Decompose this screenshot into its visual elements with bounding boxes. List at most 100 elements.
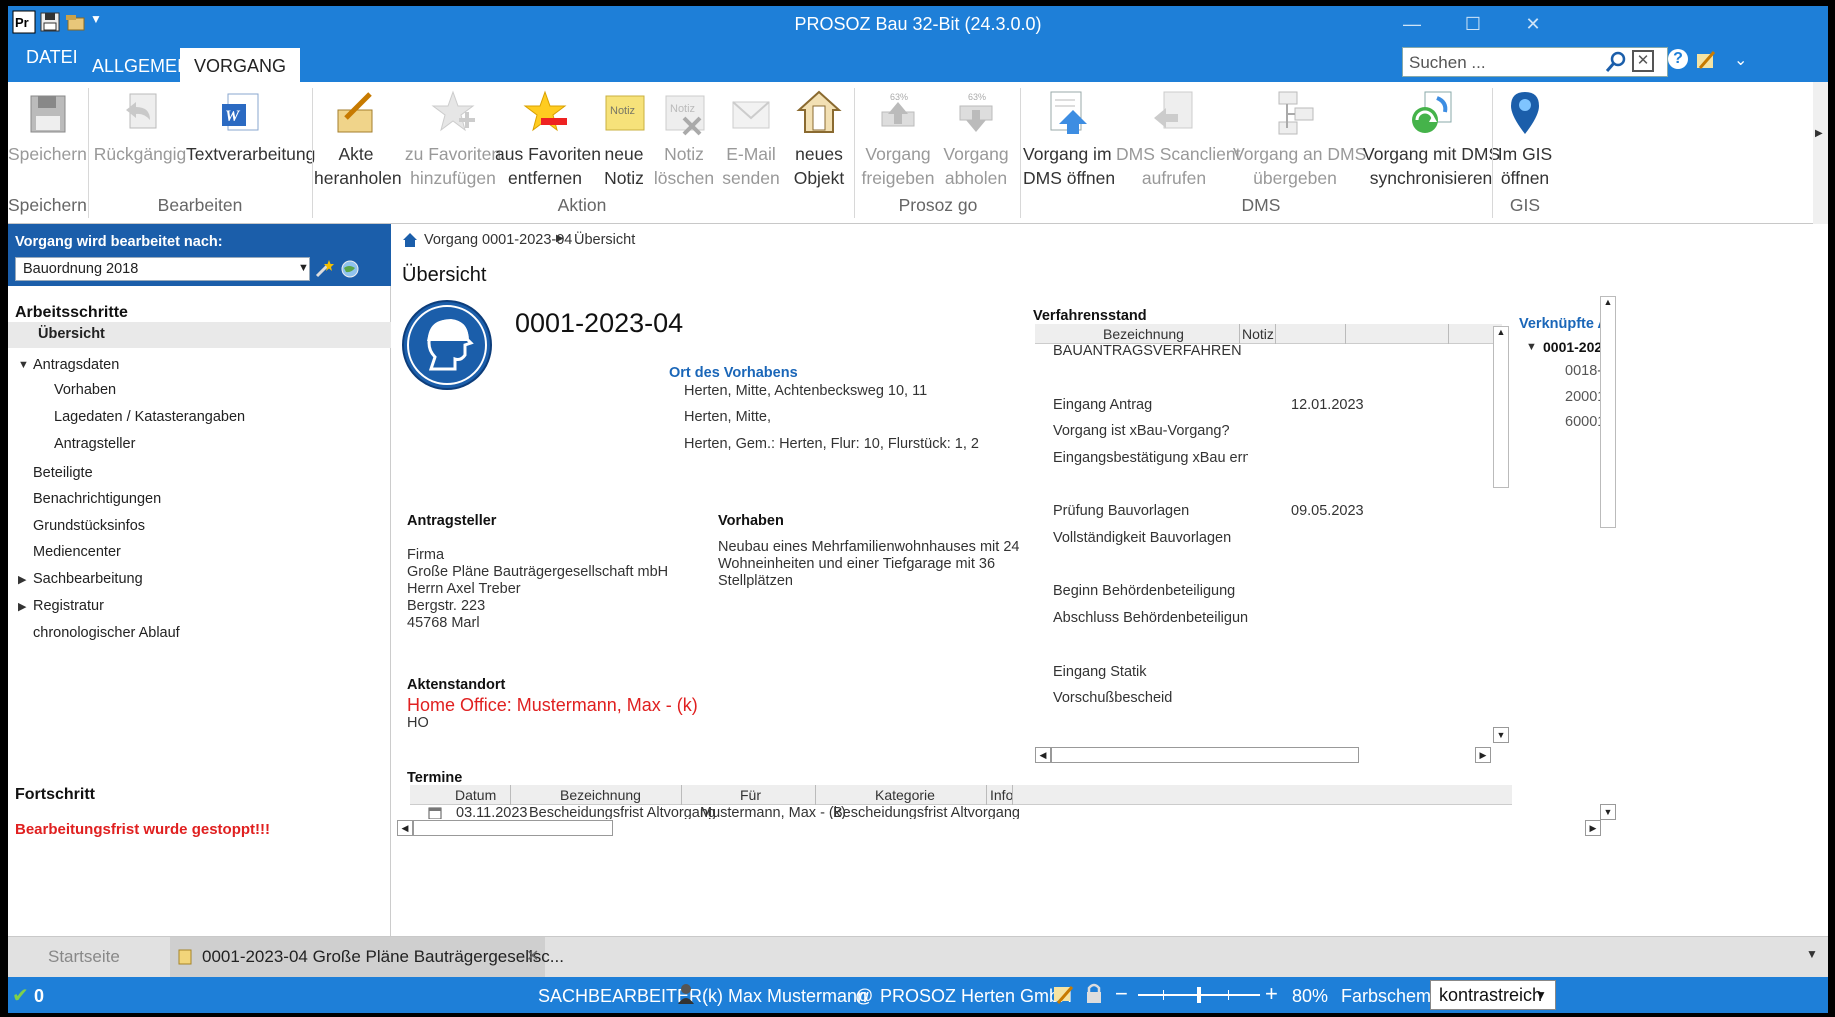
linked-expand-icon[interactable]: ▼ [1526,341,1537,353]
verfahren-row[interactable]: BAUANTRAGSVERFAHREN [1035,343,1490,361]
ribbon-button-map-pin[interactable]: Im GIS öffnen [1496,86,1554,190]
tab-open-case[interactable]: 0001-2023-04 Große Pläne Bauträgergesell… [170,937,564,978]
scheme-dropdown-icon[interactable]: ▼ [1535,988,1547,1002]
edit-pen-icon[interactable] [1694,48,1718,72]
tabs-overflow-icon[interactable]: ▼ [1806,947,1818,961]
verfahren-scroll-left-icon[interactable]: ◀ [1035,747,1051,763]
verfahren-row[interactable]: Eingang Statik [1035,664,1490,682]
ribbon-collapse-icon[interactable]: ⌄ [1734,50,1747,70]
expand-registratur-icon[interactable]: ▶ [18,600,26,613]
verfahren-row[interactable]: Vorgang ist xBau-Vorgang? [1035,423,1490,441]
termine-hscroll-thumb[interactable] [413,820,613,836]
linked-child[interactable]: 20001 [1565,389,1601,405]
rule-combo[interactable]: Bauordnung 2018 [15,257,310,281]
step-item[interactable]: Vorhaben [54,382,116,398]
expand-antragsdaten-icon[interactable]: ▼ [18,359,29,371]
verfahren-row[interactable]: Prüfung Bauvorlagen 09.05.2023 [1035,503,1490,521]
termine-row[interactable]: 03.11.2023 Bescheidungsfrist Altvorgang … [410,805,1512,819]
ribbon-button-dms-open[interactable]: Vorgang im DMS öffnen [1023,86,1115,190]
ribbon-button-upload[interactable]: 63% Vorgang freigeben [858,86,938,190]
tab-vorgang[interactable]: VORGANG [180,48,301,82]
verfahren-row[interactable]: Vorschußbescheid [1035,690,1490,708]
close-tab-icon[interactable]: ✕ [526,946,539,966]
ribbon-button-undo[interactable]: Rückgängig [90,86,190,190]
termine-col-info[interactable]: Info [990,787,1013,803]
search-icon[interactable] [1604,50,1628,74]
title-bar: Pr ▼ PROSOZ Bau 32-Bit (24.3.0.0) — ☐ ✕ [8,6,1828,42]
breadcrumb-case[interactable]: Vorgang 0001-2023-04 [424,232,572,248]
verfahren-col-bezeichnung[interactable]: Bezeichnung [1103,326,1184,342]
zoom-in-icon[interactable]: + [1265,981,1278,1007]
ribbon-button-note[interactable]: Notiz neue Notiz [600,86,648,190]
globe-icon[interactable] [340,259,360,279]
verfahren-scrollbar[interactable]: ▲ [1493,326,1509,488]
ribbon-scrollbar[interactable]: ▶ [1813,82,1828,224]
search-input[interactable]: Suchen ... [1402,47,1668,77]
verfahren-row[interactable]: Eingangsbestätigung xBau erneut ve [1035,450,1490,468]
ribbon-button-note-delete[interactable]: Notiz Notiz löschen [648,86,720,190]
ribbon-button-star-add[interactable]: zu Favoriten hinzufügen [403,86,503,190]
status-org[interactable]: PROSOZ Herten GmbH [880,986,1072,1007]
step-item[interactable]: Lagedaten / Katasterangaben [54,409,245,425]
linked-child[interactable]: 0018-: [1565,363,1601,379]
step-item[interactable]: Antragsdaten [33,357,119,373]
expand-sachbearbeitung-icon[interactable]: ▶ [18,573,26,586]
verfahren-row[interactable]: Eingang Antrag 12.01.2023 [1035,397,1490,415]
termine-scroll-right-icon[interactable]: ▶ [1585,820,1601,836]
zoom-slider-track[interactable] [1138,987,1260,1003]
ribbon-button-word[interactable]: W Textverarbeitung [186,86,315,190]
step-item[interactable]: Grundstücksinfos [33,518,145,534]
termine-col-fuer[interactable]: Für [740,787,761,803]
step-item[interactable]: Sachbearbeitung [33,571,143,587]
zoom-slider-thumb[interactable] [1197,987,1201,1003]
termine-col-kategorie[interactable]: Kategorie [875,787,935,803]
ribbon-button-dms-transfer[interactable]: Vorgang an DMS übergeben [1233,86,1366,190]
user-icon [676,982,696,1006]
tab-startseite[interactable]: Startseite [48,947,120,967]
verfahren-row[interactable]: Abschluss Behördenbeteiligung [1035,610,1490,628]
home-icon[interactable] [402,232,418,248]
step-item[interactable]: chronologischer Ablauf [33,625,180,641]
verfahren-scroll-down-icon[interactable]: ▼ [1493,727,1509,743]
ribbon-button-file-pen[interactable]: Akte heranholen [314,86,402,190]
step-item[interactable]: Registratur [33,598,104,614]
verfahren-hscroll-thumb[interactable] [1051,747,1359,763]
combo-dropdown-icon[interactable]: ▼ [298,262,309,274]
verfahren-col-notiz[interactable]: Notiz [1242,326,1274,342]
close-icon[interactable]: ✕ [1513,10,1553,38]
step-item[interactable]: Benachrichtigungen [33,491,161,507]
ribbon-button-sync[interactable]: Vorgang mit DMS synchronisieren [1363,86,1500,190]
content-scroll-down-icon[interactable]: ▼ [1600,804,1616,820]
help-icon[interactable]: ? [1668,49,1688,69]
maximize-icon[interactable]: ☐ [1453,10,1493,38]
status-user[interactable]: (k) Max Mustermann [702,986,867,1007]
verfahren-row[interactable]: Beginn Behördenbeteiligung [1035,583,1490,601]
termine-scroll-left-icon[interactable]: ◀ [397,820,413,836]
content-scrollbar[interactable]: ▲ [1600,296,1616,528]
minimize-icon[interactable]: — [1392,10,1432,38]
step-item[interactable]: Beteiligte [33,465,93,481]
ort-line: Herten, Mitte, [684,409,772,425]
linked-root[interactable]: 0001-202: [1543,339,1601,355]
magic-wand-icon[interactable] [314,259,334,279]
ribbon-button-label [186,166,298,190]
verfahren-scroll-right-icon[interactable]: ▶ [1475,747,1491,763]
step-item[interactable]: Übersicht [8,322,391,348]
notes-icon[interactable] [1052,983,1076,1007]
linked-child[interactable]: 60001 [1565,414,1601,430]
ribbon-button-save[interactable]: Speichern [8,86,87,190]
ribbon-button-mail[interactable]: E-Mail senden [720,86,782,190]
lock-icon[interactable] [1084,982,1104,1006]
step-item[interactable]: Antragsteller [54,436,135,452]
termine-col-bezeichnung[interactable]: Bezeichnung [560,787,641,803]
ribbon-button-house[interactable]: neues Objekt [788,86,850,190]
ribbon-button-scan[interactable]: DMS Scanclient aufrufen [1116,86,1241,190]
verfahren-row[interactable]: Vollständigkeit Bauvorlagen [1035,530,1490,548]
ribbon-button-download[interactable]: 63% Vorgang abholen [938,86,1014,190]
zoom-out-icon[interactable]: − [1115,981,1128,1007]
ribbon-button-star-remove[interactable]: aus Favoriten entfernen [495,86,601,190]
ribbon-separator [312,88,313,218]
termine-col-datum[interactable]: Datum [455,787,496,803]
clear-search-icon[interactable]: ✕ [1632,50,1654,72]
step-item[interactable]: Mediencenter [33,544,121,560]
